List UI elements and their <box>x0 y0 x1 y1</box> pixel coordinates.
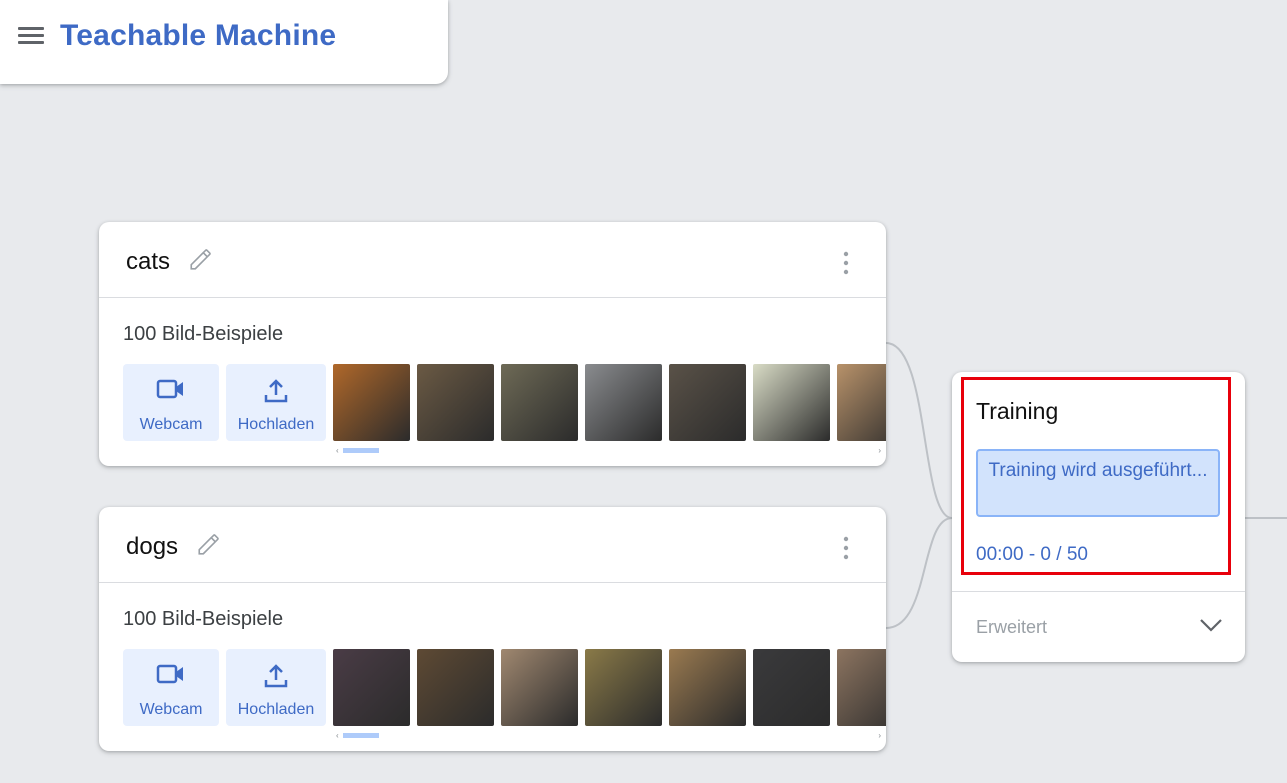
webcam-button[interactable]: Webcam <box>123 649 219 726</box>
upload-button[interactable]: Hochladen <box>226 649 326 726</box>
class-name[interactable]: cats <box>126 248 170 276</box>
upload-button[interactable]: Hochladen <box>226 364 326 441</box>
webcam-button[interactable]: Webcam <box>123 364 219 441</box>
hamburger-menu-icon[interactable] <box>18 27 44 47</box>
sample-count: 100 Bild-Beispiele <box>123 608 284 630</box>
class-card-header: cats <box>99 222 886 298</box>
class-name[interactable]: dogs <box>126 533 178 561</box>
scroll-left-arrow[interactable]: ‹ <box>336 731 339 740</box>
sample-thumbnail[interactable] <box>669 649 746 726</box>
advanced-label: Erweitert <box>976 617 1048 637</box>
video-camera-icon <box>156 664 183 684</box>
video-camera-icon <box>156 379 183 399</box>
edit-pencil-icon[interactable] <box>188 246 214 272</box>
sample-thumbnail[interactable] <box>753 364 830 441</box>
edit-pencil-icon[interactable] <box>196 531 222 557</box>
sample-thumbnail[interactable] <box>501 364 578 441</box>
scroll-left-arrow[interactable]: ‹ <box>336 446 339 455</box>
app-header: Teachable Machine <box>0 0 448 84</box>
scroll-right-arrow[interactable]: › <box>878 446 881 455</box>
sample-count: 100 Bild-Beispiele <box>123 323 284 345</box>
sample-thumbnail[interactable] <box>837 649 886 726</box>
webcam-label: Webcam <box>139 416 203 433</box>
train-model-button[interactable]: Training wird ausgeführt... <box>976 449 1220 517</box>
sample-thumbnail[interactable] <box>669 364 746 441</box>
class-card-dogs: dogs 100 Bild-Beispiele Webcam Hochladen… <box>99 507 886 751</box>
class-card-cats: cats 100 Bild-Beispiele Webcam Hochladen… <box>99 222 886 466</box>
thumbnail-scrollbar[interactable] <box>343 733 379 738</box>
training-progress: 00:00 - 0 / 50 <box>976 544 1088 565</box>
sample-thumbnail[interactable] <box>585 364 662 441</box>
training-card: Training Training wird ausgeführt... 00:… <box>952 372 1245 662</box>
upload-label: Hochladen <box>237 416 315 433</box>
chevron-down-icon <box>1200 619 1222 632</box>
scroll-right-arrow[interactable]: › <box>878 731 881 740</box>
upload-icon <box>264 664 288 688</box>
advanced-toggle[interactable]: Erweitert <box>952 592 1245 662</box>
more-options-icon[interactable] <box>836 250 856 276</box>
thumbnail-scrollbar[interactable] <box>343 448 379 453</box>
sample-thumbnail[interactable] <box>585 649 662 726</box>
sample-thumbnail[interactable] <box>417 364 494 441</box>
sample-thumbnail[interactable] <box>333 364 410 441</box>
upload-icon <box>264 379 288 403</box>
sample-thumbnail[interactable] <box>753 649 830 726</box>
app-title[interactable]: Teachable Machine <box>60 19 336 53</box>
sample-thumbnail[interactable] <box>417 649 494 726</box>
webcam-label: Webcam <box>139 701 203 718</box>
sample-thumbnail[interactable] <box>501 649 578 726</box>
sample-thumbnail[interactable] <box>837 364 886 441</box>
more-options-icon[interactable] <box>836 535 856 561</box>
training-title: Training <box>976 398 1059 424</box>
class-card-header: dogs <box>99 507 886 583</box>
sample-thumbnail[interactable] <box>333 649 410 726</box>
upload-label: Hochladen <box>237 701 315 718</box>
